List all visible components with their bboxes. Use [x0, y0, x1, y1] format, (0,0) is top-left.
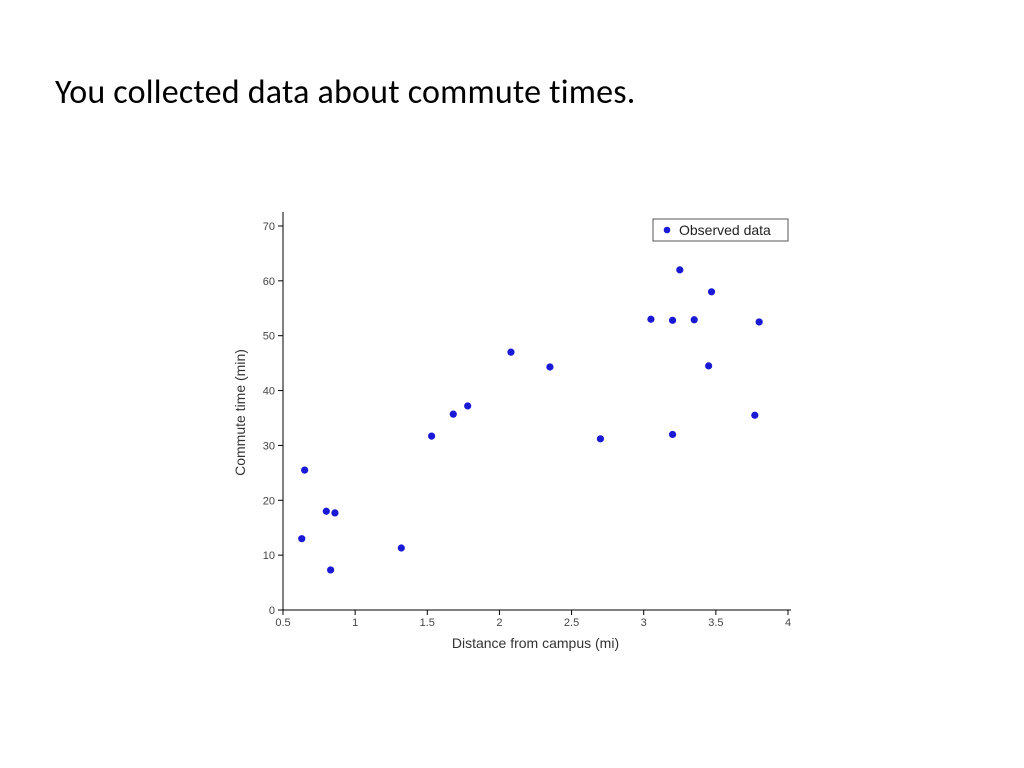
x-tick-label: 3.5 [708, 617, 723, 629]
x-axis-label: Distance from campus (mi) [452, 635, 619, 651]
x-tick-label: 3 [641, 617, 647, 629]
y-tick-label: 0 [269, 605, 275, 617]
data-point [597, 435, 604, 442]
data-point [647, 316, 654, 323]
y-tick-label: 70 [263, 221, 275, 233]
data-point [669, 431, 676, 438]
legend-marker [664, 227, 671, 234]
x-tick-label: 4 [785, 617, 791, 629]
data-point [323, 508, 330, 515]
y-tick-label: 20 [263, 495, 275, 507]
data-point [301, 467, 308, 474]
y-tick-label: 10 [263, 550, 275, 562]
legend-label: Observed data [679, 222, 771, 238]
y-axis-label: Commute time (min) [232, 349, 248, 476]
scatter-chart: 0 10 20 30 40 50 60 70 0.5 1 1.5 2 2.5 3 3.5 4 Distance … [228, 190, 813, 670]
data-point [331, 509, 338, 516]
x-tick-label: 1 [352, 617, 358, 629]
data-point [298, 535, 305, 542]
data-point [546, 363, 553, 370]
x-tick-label: 2.5 [564, 617, 579, 629]
data-point [756, 318, 763, 325]
y-tick-label: 60 [263, 276, 275, 288]
data-point [708, 288, 715, 295]
data-point [428, 432, 435, 439]
y-tick-label: 40 [263, 386, 275, 398]
page-title: You collected data about commute times. [55, 72, 636, 113]
data-point [327, 566, 334, 573]
data-point [464, 402, 471, 409]
y-tick-label: 30 [263, 440, 275, 452]
data-point [450, 411, 457, 418]
data-point [669, 317, 676, 324]
x-tick-label: 1.5 [420, 617, 435, 629]
data-point [398, 544, 405, 551]
data-point [676, 266, 683, 273]
data-point [751, 412, 758, 419]
x-tick-label: 0.5 [275, 617, 290, 629]
y-tick-label: 50 [263, 331, 275, 343]
data-point [507, 349, 514, 356]
data-point [705, 362, 712, 369]
slide: You collected data about commute times. … [0, 0, 1024, 768]
x-tick-label: 2 [496, 617, 502, 629]
data-point [691, 316, 698, 323]
